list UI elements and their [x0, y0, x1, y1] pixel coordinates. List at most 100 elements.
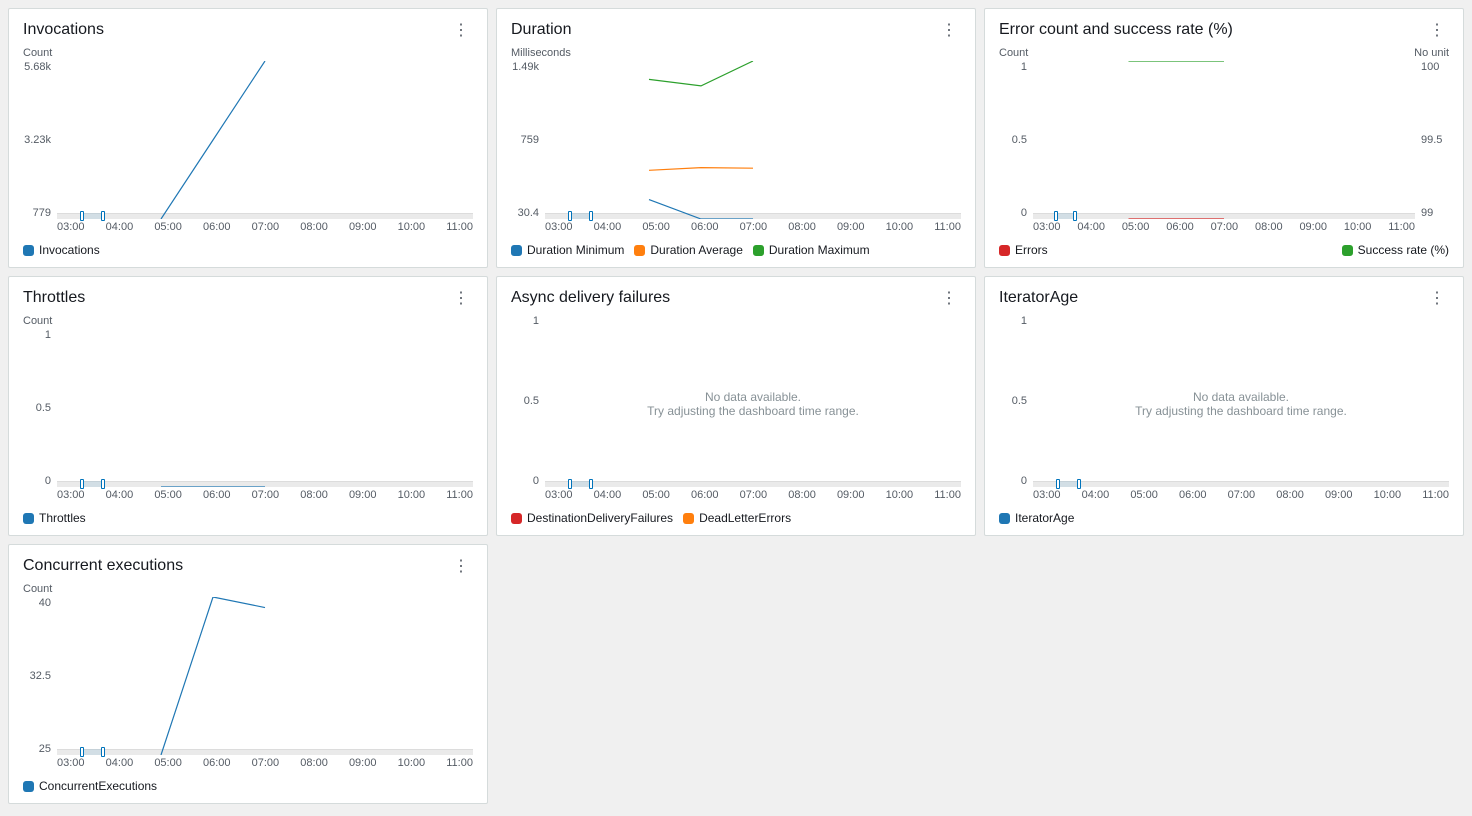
series-line	[161, 597, 265, 755]
y-tick: 779	[33, 207, 51, 219]
legend: IteratorAge	[999, 511, 1449, 525]
y-unit-left: Count	[23, 583, 52, 595]
x-tick: 07:00	[1228, 489, 1256, 503]
kebab-menu-icon[interactable]: ⋮	[1425, 289, 1449, 309]
chart-area: 10.5003:0004:0005:0006:0007:0008:0009:00…	[999, 61, 1449, 235]
legend-swatch	[23, 245, 34, 256]
x-tick: 10:00	[1374, 489, 1402, 503]
legend-swatch	[23, 781, 34, 792]
legend-item[interactable]: IteratorAge	[999, 511, 1074, 525]
legend-item[interactable]: Invocations	[23, 243, 100, 257]
kebab-menu-icon[interactable]: ⋮	[449, 289, 473, 309]
legend-item[interactable]: Duration Average	[634, 243, 743, 257]
plot[interactable]: 03:0004:0005:0006:0007:0008:0009:0010:00…	[545, 61, 961, 235]
y-tick-right: 99.5	[1421, 134, 1442, 146]
x-tick: 11:00	[1422, 489, 1449, 503]
x-tick: 09:00	[349, 221, 377, 235]
y-tick-right: 100	[1421, 61, 1439, 73]
plot[interactable]: 03:0004:0005:0006:0007:0008:0009:0010:00…	[57, 329, 473, 503]
plot[interactable]: No data available.Try adjusting the dash…	[1033, 315, 1449, 503]
plot[interactable]: No data available.Try adjusting the dash…	[545, 315, 961, 503]
legend: ConcurrentExecutions	[23, 779, 473, 793]
x-tick: 11:00	[446, 757, 473, 771]
x-tick: 07:00	[740, 489, 768, 503]
panel-title: IteratorAge	[999, 289, 1078, 307]
x-tick: 04:00	[106, 489, 134, 503]
x-tick: 04:00	[1082, 489, 1110, 503]
y-tick: 0	[1021, 475, 1027, 487]
chart-area: 1.49k75930.403:0004:0005:0006:0007:0008:…	[511, 61, 961, 235]
panel-errors: Error count and success rate (%)⋮CountNo…	[984, 8, 1464, 268]
chart-area: 10.5003:0004:0005:0006:0007:0008:0009:00…	[23, 329, 473, 503]
x-tick: 06:00	[203, 757, 231, 771]
legend-item[interactable]: Duration Maximum	[753, 243, 870, 257]
x-tick: 11:00	[446, 221, 473, 235]
legend-item[interactable]: DestinationDeliveryFailures	[511, 511, 673, 525]
x-tick: 03:00	[57, 757, 85, 771]
x-tick: 04:00	[106, 221, 134, 235]
y-tick: 1	[1021, 315, 1027, 327]
legend-swatch	[511, 245, 522, 256]
legend-label: Duration Minimum	[527, 243, 624, 257]
y-tick: 0.5	[1012, 134, 1027, 146]
legend-item[interactable]: Errors	[999, 243, 1048, 257]
x-tick: 03:00	[545, 221, 573, 235]
panel-title: Concurrent executions	[23, 557, 183, 575]
x-tick: 08:00	[788, 489, 816, 503]
plot[interactable]: 03:0004:0005:0006:0007:0008:0009:0010:00…	[57, 597, 473, 771]
x-tick: 05:00	[154, 489, 182, 503]
x-tick: 06:00	[203, 221, 231, 235]
kebab-menu-icon[interactable]: ⋮	[937, 21, 961, 41]
x-tick: 11:00	[934, 489, 961, 503]
kebab-menu-icon[interactable]: ⋮	[1425, 21, 1449, 41]
no-data-line2: Try adjusting the dashboard time range.	[545, 404, 961, 418]
x-axis: 03:0004:0005:0006:0007:0008:0009:0010:00…	[1033, 489, 1449, 503]
legend-item[interactable]: DeadLetterErrors	[683, 511, 791, 525]
x-tick: 07:00	[740, 221, 768, 235]
panel-async: Async delivery failures⋮10.50No data ava…	[496, 276, 976, 536]
x-tick: 05:00	[154, 221, 182, 235]
x-tick: 11:00	[446, 489, 473, 503]
x-tick: 11:00	[1388, 221, 1415, 235]
panel-concurrent: Concurrent executions⋮Count4032.52503:00…	[8, 544, 488, 804]
x-tick: 11:00	[934, 221, 961, 235]
x-tick: 05:00	[642, 489, 670, 503]
x-tick: 05:00	[154, 757, 182, 771]
plot[interactable]: 03:0004:0005:0006:0007:0008:0009:0010:00…	[1033, 61, 1415, 235]
legend-label: Duration Maximum	[769, 243, 870, 257]
x-tick: 09:00	[837, 221, 865, 235]
legend-swatch	[634, 245, 645, 256]
x-tick: 06:00	[1179, 489, 1207, 503]
legend-swatch	[683, 513, 694, 524]
x-tick: 06:00	[1166, 221, 1194, 235]
panel-throttles: Throttles⋮Count10.5003:0004:0005:0006:00…	[8, 276, 488, 536]
x-tick: 04:00	[594, 489, 622, 503]
legend-label: Duration Average	[650, 243, 743, 257]
y-axis-right: 10099.599	[1415, 61, 1449, 235]
kebab-menu-icon[interactable]: ⋮	[449, 21, 473, 41]
x-tick: 05:00	[1130, 489, 1158, 503]
legend-item[interactable]: Success rate (%)	[1342, 243, 1449, 257]
x-tick: 03:00	[57, 221, 85, 235]
x-tick: 07:00	[1211, 221, 1239, 235]
y-tick: 1	[533, 315, 539, 327]
x-tick: 08:00	[788, 221, 816, 235]
x-tick: 08:00	[300, 757, 328, 771]
legend: Duration Minimum Duration Average Duration…	[511, 243, 961, 257]
x-tick: 07:00	[252, 221, 280, 235]
x-tick: 08:00	[300, 221, 328, 235]
panel-title: Async delivery failures	[511, 289, 670, 307]
x-tick: 06:00	[691, 489, 719, 503]
kebab-menu-icon[interactable]: ⋮	[449, 557, 473, 577]
legend-item[interactable]: Duration Minimum	[511, 243, 624, 257]
y-unit-left: Milliseconds	[511, 47, 571, 59]
chart-svg	[545, 61, 961, 219]
kebab-menu-icon[interactable]: ⋮	[937, 289, 961, 309]
legend: Errors Success rate (%)	[999, 243, 1449, 257]
no-data-line2: Try adjusting the dashboard time range.	[1033, 404, 1449, 418]
legend-item[interactable]: ConcurrentExecutions	[23, 779, 157, 793]
legend-item[interactable]: Throttles	[23, 511, 86, 525]
x-tick: 10:00	[398, 489, 426, 503]
legend-label: Throttles	[39, 511, 86, 525]
plot[interactable]: 03:0004:0005:0006:0007:0008:0009:0010:00…	[57, 61, 473, 235]
